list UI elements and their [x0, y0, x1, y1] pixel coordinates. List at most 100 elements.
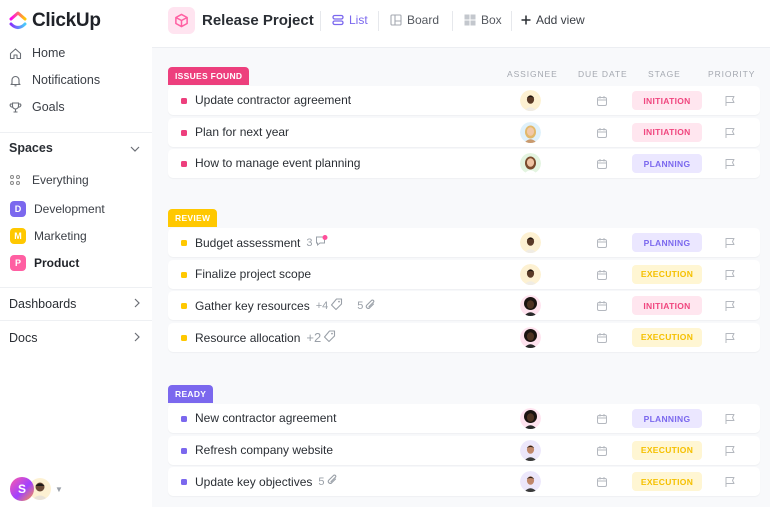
user-menu[interactable]: S ▼ [10, 477, 63, 501]
flag-icon[interactable] [724, 236, 736, 248]
stage-badge[interactable]: INITIATION [632, 91, 702, 110]
flag-icon[interactable] [724, 444, 736, 456]
stage-badge[interactable]: EXECUTION [632, 440, 702, 460]
status-dot[interactable] [181, 416, 187, 422]
flag-icon[interactable] [724, 475, 736, 487]
nav-notifications[interactable]: Notifications [9, 73, 100, 87]
task-row[interactable]: Refresh company website EXECUTION [168, 435, 760, 465]
space-marketing[interactable]: M Marketing [10, 228, 87, 244]
tag-count[interactable]: +4 [316, 298, 344, 314]
space-everything[interactable]: Everything [10, 173, 89, 187]
task-row[interactable]: Update key objectives 5 EXECUTION [168, 467, 760, 496]
task-row[interactable]: Resource allocation +2 EXECUTION [168, 322, 760, 352]
column-header-priority[interactable]: PRIORITY [708, 69, 755, 79]
stage-badge[interactable]: EXECUTION [632, 472, 702, 491]
assignee-avatar[interactable] [520, 439, 541, 461]
stage-badge[interactable]: PLANNING [632, 233, 702, 252]
calendar-icon[interactable] [596, 475, 608, 487]
comment-count[interactable]: 3 [306, 235, 328, 250]
task-row[interactable]: How to manage event planning PLANNING [168, 149, 760, 178]
tag-count[interactable]: +2 [306, 329, 336, 346]
task-title[interactable]: Budget assessment 3 [195, 235, 328, 250]
assignee-avatar[interactable] [520, 326, 541, 348]
tab-list[interactable]: List [332, 13, 368, 27]
status-dot[interactable] [181, 98, 187, 104]
group-label-issues-found[interactable]: ISSUES FOUND [168, 67, 250, 85]
task-title[interactable]: Update contractor agreement [195, 93, 351, 107]
space-badge-m: M [10, 228, 26, 244]
calendar-icon[interactable] [596, 299, 608, 311]
stage-badge[interactable]: EXECUTION [632, 264, 702, 284]
column-header-due-date[interactable]: DUE DATE [578, 69, 628, 79]
status-dot[interactable] [181, 447, 187, 454]
clickup-logo[interactable]: ClickUp [9, 10, 101, 32]
group-label-ready[interactable]: READY [168, 385, 214, 403]
group-label-review[interactable]: REVIEW [168, 209, 218, 227]
attachment-count[interactable]: 5 [357, 299, 376, 314]
status-dot[interactable] [181, 479, 187, 485]
calendar-icon[interactable] [596, 444, 608, 456]
task-row[interactable]: Budget assessment 3 PLANNING [168, 228, 760, 257]
stage-badge[interactable]: INITIATION [632, 296, 702, 315]
tab-box[interactable]: Box [464, 13, 502, 27]
stage-badge[interactable]: PLANNING [632, 409, 702, 428]
spaces-header[interactable]: Spaces [9, 141, 140, 155]
nav-home[interactable]: Home [9, 46, 65, 60]
assignee-avatar[interactable] [520, 408, 541, 429]
flag-icon[interactable] [724, 126, 736, 138]
assignee-avatar[interactable] [520, 153, 541, 174]
task-title[interactable]: New contractor agreement [195, 411, 336, 425]
space-development[interactable]: D Development [10, 201, 105, 217]
status-dot[interactable] [181, 240, 187, 246]
flag-icon[interactable] [724, 331, 736, 343]
task-title[interactable]: Finalize project scope [195, 267, 311, 281]
flag-icon[interactable] [724, 412, 736, 424]
tab-board-label: Board [407, 13, 440, 27]
assignee-avatar[interactable] [520, 232, 541, 253]
task-row[interactable]: Finalize project scope EXECUTION [168, 259, 760, 289]
calendar-icon[interactable] [596, 157, 608, 169]
task-row[interactable]: Update contractor agreement INITIATION [168, 86, 760, 115]
task-title[interactable]: How to manage event planning [195, 156, 360, 170]
task-row[interactable]: Gather key resources +4 5 INITIATION [168, 291, 760, 320]
status-dot[interactable] [181, 161, 187, 167]
task-title[interactable]: Refresh company website [195, 443, 333, 457]
calendar-icon[interactable] [596, 412, 608, 424]
column-header-assignee[interactable]: ASSIGNEE [507, 69, 558, 79]
task-title[interactable]: Update key objectives 5 [195, 474, 338, 489]
status-dot[interactable] [181, 271, 187, 278]
add-view-button[interactable]: Add view [521, 13, 585, 27]
flag-icon[interactable] [724, 94, 736, 106]
stage-badge[interactable]: EXECUTION [632, 327, 702, 347]
status-dot[interactable] [181, 334, 187, 341]
status-dot[interactable] [181, 303, 187, 309]
attachment-count[interactable]: 5 [318, 474, 337, 489]
task-row[interactable]: New contractor agreement PLANNING [168, 404, 760, 433]
docs-item[interactable]: Docs [9, 331, 140, 345]
task-title[interactable]: Plan for next year [195, 125, 289, 139]
assignee-avatar[interactable] [520, 121, 541, 143]
calendar-icon[interactable] [596, 268, 608, 280]
flag-icon[interactable] [724, 268, 736, 280]
calendar-icon[interactable] [596, 236, 608, 248]
calendar-icon[interactable] [596, 331, 608, 343]
status-dot[interactable] [181, 129, 187, 136]
dashboards-item[interactable]: Dashboards [9, 297, 140, 311]
column-header-stage[interactable]: STAGE [648, 69, 681, 79]
assignee-avatar[interactable] [520, 263, 541, 285]
stage-badge[interactable]: INITIATION [632, 122, 702, 142]
assignee-avatar[interactable] [520, 471, 541, 492]
flag-icon[interactable] [724, 299, 736, 311]
nav-goals[interactable]: Goals [9, 100, 65, 114]
calendar-icon[interactable] [596, 126, 608, 138]
assignee-avatar[interactable] [520, 90, 541, 111]
flag-icon[interactable] [724, 157, 736, 169]
task-row[interactable]: Plan for next year INITIATION [168, 117, 760, 147]
space-product[interactable]: P Product [10, 255, 79, 271]
calendar-icon[interactable] [596, 94, 608, 106]
tab-board[interactable]: Board [390, 13, 439, 27]
task-title[interactable]: Gather key resources +4 5 [195, 298, 376, 314]
assignee-avatar[interactable] [520, 295, 541, 316]
stage-badge[interactable]: PLANNING [632, 154, 702, 173]
task-title[interactable]: Resource allocation +2 [195, 329, 336, 346]
